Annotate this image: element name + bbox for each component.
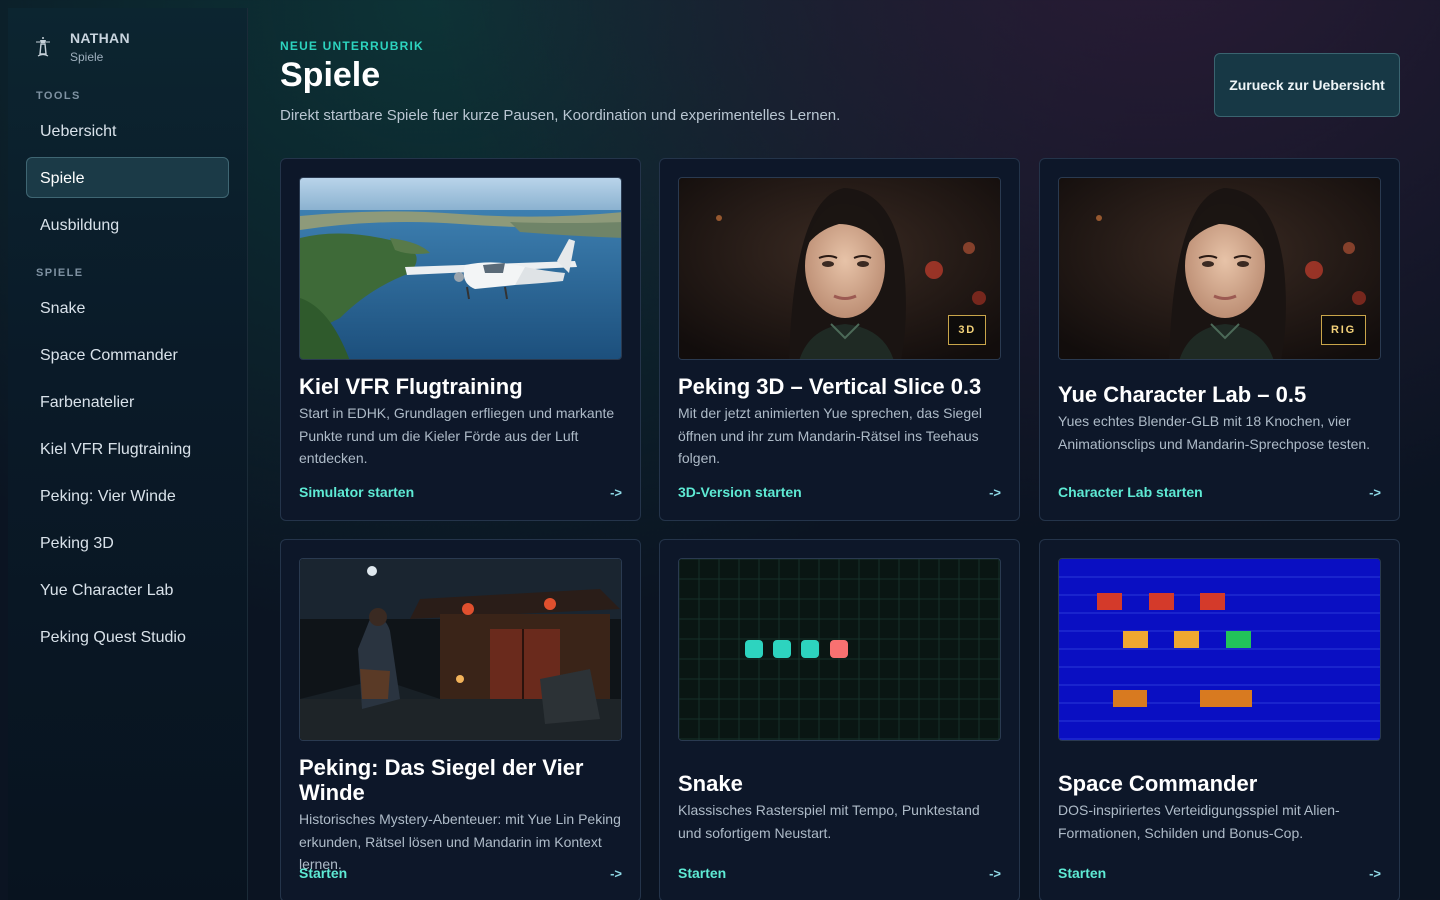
card-description: Klassisches Rasterspiel mit Tempo, Punkt…	[678, 802, 980, 841]
card-title: Snake	[678, 771, 743, 796]
snake-grid-image[interactable]	[678, 558, 1001, 741]
space-invaders-image[interactable]	[1058, 558, 1381, 741]
aerial-plane-image[interactable]	[299, 177, 622, 360]
card-start-link[interactable]: Starten ->	[678, 865, 1001, 881]
game-card[interactable]: Kiel VFR Flugtraining Start in EDHK, Grun…	[280, 158, 641, 521]
portrait-image[interactable]: 3D	[678, 177, 1001, 360]
card-title: Yue Character Lab – 0.5	[1058, 382, 1307, 407]
card-link-label: Starten	[678, 865, 727, 881]
card-badge: RIG	[1321, 315, 1366, 345]
card-start-link[interactable]: Simulator starten ->	[299, 484, 622, 500]
arrow-right-icon: ->	[989, 865, 1001, 881]
game-card[interactable]: RIG Yue Character Lab – 0.5 Yues echtes Bl…	[1039, 158, 1400, 521]
arrow-right-icon: ->	[1369, 865, 1381, 881]
card-start-link[interactable]: Character Lab starten ->	[1058, 484, 1381, 500]
lighthouse-icon	[34, 35, 52, 59]
sidebar-section-label: SPIELE	[36, 267, 84, 279]
brand-name: NATHAN	[70, 30, 130, 46]
game-card[interactable]: 3D Peking 3D – Vertical Slice 0.3 Mit der …	[659, 158, 1020, 521]
sidebar-item-snake[interactable]: Snake	[26, 287, 229, 328]
card-badge: 3D	[948, 315, 986, 345]
card-description: Mit der jetzt animierten Yue sprechen, d…	[678, 405, 983, 466]
game-card[interactable]: Peking: Das Siegel der Vier Winde Histori…	[280, 539, 641, 900]
arrow-right-icon: ->	[610, 865, 622, 881]
main-content: NEUE UNTERRUBRIK Spiele Direkt startbare…	[280, 0, 1400, 900]
sidebar-item-yue-character-lab[interactable]: Yue Character Lab	[26, 569, 229, 610]
card-link-label: Starten	[299, 865, 348, 881]
sidebar-item-spiele[interactable]: Spiele	[26, 157, 229, 198]
card-link-label: Simulator starten	[299, 484, 415, 500]
card-title: Peking: Das Siegel der Vier Winde	[299, 755, 584, 805]
card-description: Start in EDHK, Grundlagen erfliegen und …	[299, 405, 615, 466]
sidebar-item-kiel-vfr-flugtraining[interactable]: Kiel VFR Flugtraining	[26, 428, 229, 469]
portrait-image[interactable]: RIG	[1058, 177, 1381, 360]
arrow-right-icon: ->	[989, 484, 1001, 500]
sidebar-item-peking-vier-winde[interactable]: Peking: Vier Winde	[26, 475, 229, 516]
brand-subtitle: Spiele	[70, 50, 104, 64]
sidebar-item-peking-3d[interactable]: Peking 3D	[26, 522, 229, 563]
card-title: Peking 3D – Vertical Slice 0.3	[678, 374, 982, 399]
card-title: Space Commander	[1058, 771, 1258, 796]
card-link-label: Character Lab starten	[1058, 484, 1203, 500]
back-to-overview-button[interactable]: Zurueck zur Uebersicht	[1214, 53, 1400, 117]
sidebar-item-uebersicht[interactable]: Uebersicht	[26, 110, 229, 151]
card-start-link[interactable]: Starten ->	[1058, 865, 1381, 881]
sidebar-item-ausbildung[interactable]: Ausbildung	[26, 204, 229, 245]
game-card[interactable]: Snake Klassisches Rasterspiel mit Tempo, …	[659, 539, 1020, 900]
card-description: DOS-inspiriertes Verteidigungsspiel mit …	[1058, 802, 1340, 841]
arrow-right-icon: ->	[1369, 484, 1381, 500]
sidebar-nav: TOOLS Uebersicht Spiele Ausbildung SPIELE Sna…	[26, 90, 229, 657]
page-title: Spiele	[280, 56, 381, 94]
card-start-link[interactable]: 3D-Version starten ->	[678, 484, 1001, 500]
sidebar-item-farbenatelier[interactable]: Farbenatelier	[26, 381, 229, 422]
card-link-label: 3D-Version starten	[678, 484, 802, 500]
card-start-link[interactable]: Starten ->	[299, 865, 622, 881]
brand[interactable]: NATHAN Spiele	[26, 30, 229, 64]
sidebar-item-space-commander[interactable]: Space Commander	[26, 334, 229, 375]
sidebar-section-label: TOOLS	[36, 90, 81, 102]
night-courtyard-image[interactable]	[299, 558, 622, 741]
arrow-right-icon: ->	[610, 484, 622, 500]
game-card[interactable]: Space Commander DOS-inspiriertes Verteidi…	[1039, 539, 1400, 900]
page-description: Direkt startbare Spiele fuer kurze Pause…	[280, 107, 841, 124]
card-link-label: Starten	[1058, 865, 1107, 881]
card-description: Yues echtes Blender-GLB mit 18 Knochen, …	[1058, 413, 1371, 452]
sidebar-item-peking-quest-studio[interactable]: Peking Quest Studio	[26, 616, 229, 657]
sidebar: NATHAN Spiele TOOLS Uebersicht Spiele Ausbi…	[8, 8, 248, 900]
eyebrow-label: NEUE UNTERRUBRIK	[280, 39, 424, 53]
card-title: Kiel VFR Flugtraining	[299, 374, 523, 399]
